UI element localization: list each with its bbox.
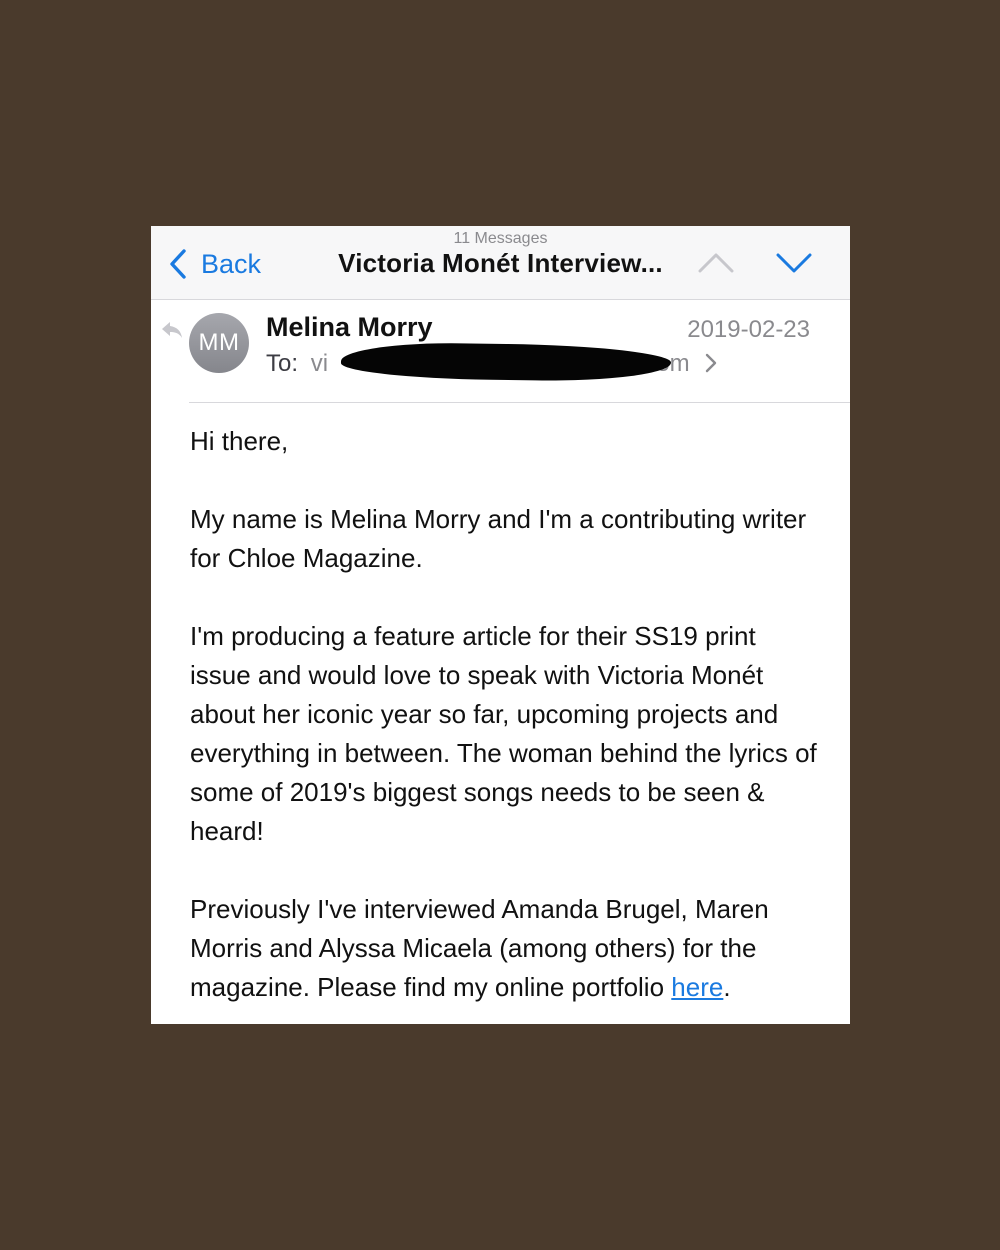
email-date: 2019-02-23 — [687, 316, 810, 343]
paragraph-portfolio: Previously I've interviewed Amanda Bruge… — [190, 890, 820, 1007]
paragraph-intro: My name is Melina Morry and I'm a contri… — [190, 504, 807, 573]
back-button[interactable]: Back — [169, 244, 261, 284]
chevron-right-icon — [705, 353, 717, 373]
greeting: Hi there, — [190, 426, 289, 456]
sender-name[interactable]: Melina Morry — [266, 312, 433, 343]
email-card: 11 Messages Victoria Monét Interview... … — [151, 226, 850, 1024]
redaction-mark — [340, 341, 672, 383]
avatar-initials: MM — [198, 329, 240, 356]
next-message-button[interactable] — [775, 250, 813, 281]
back-label: Back — [201, 248, 262, 279]
to-label: To: — [266, 350, 299, 377]
header-divider — [189, 402, 850, 403]
portfolio-link[interactable]: here — [671, 972, 723, 1002]
avatar[interactable]: MM — [189, 313, 249, 373]
chevron-down-icon — [776, 253, 812, 273]
previous-message-button[interactable] — [697, 250, 735, 281]
email-body: Hi there, My name is Melina Morry and I'… — [190, 422, 820, 1024]
chevron-left-icon — [170, 249, 186, 279]
recipient-address-start: vi — [310, 350, 329, 377]
navigation-bar: 11 Messages Victoria Monét Interview... … — [151, 226, 850, 300]
chevron-up-icon — [698, 253, 734, 273]
paragraph-request: I'm producing a feature article for thei… — [190, 621, 817, 846]
recipient-line[interactable]: To: vi — [266, 350, 328, 378]
reply-arrow-icon — [160, 320, 184, 345]
recipient-details-button[interactable] — [704, 352, 718, 379]
portfolio-end: . — [723, 972, 731, 1002]
